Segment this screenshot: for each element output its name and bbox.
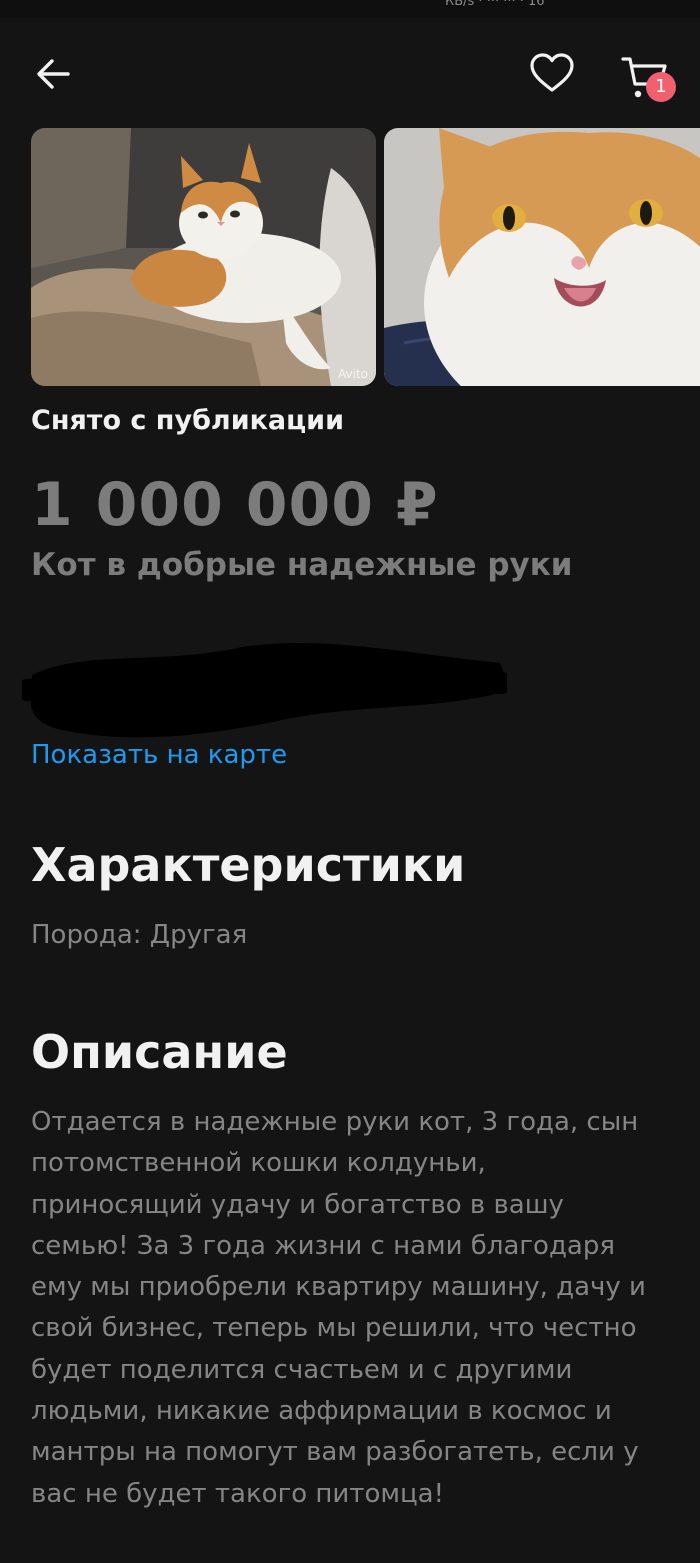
description-line: людьми, никакие аффирмации в космос и (31, 1396, 612, 1427)
characteristics-heading: Характеристики (31, 838, 466, 892)
description-line: вас не будет такого питомца! (31, 1478, 445, 1509)
breed-line: Порода: Другая (31, 920, 248, 950)
cat-on-bed-photo (31, 128, 376, 386)
back-button[interactable] (30, 54, 78, 94)
description-line: Отдается в надежные руки кот, 3 года, сы… (31, 1107, 639, 1137)
listing-title: Кот в добрые надежные руки (31, 547, 573, 583)
photo-gallery[interactable]: Avito (31, 128, 700, 386)
description-heading: Описание (31, 1025, 288, 1079)
description-line: мантры на помогут вам разбогатеть, если … (31, 1437, 639, 1468)
avito-watermark: Avito (338, 367, 368, 381)
listing-photo[interactable]: Avito (31, 128, 376, 386)
description-line: потомственной кошки колдуньи, (31, 1148, 486, 1179)
description-line: свой бизнес, теперь мы решили, что честн… (31, 1313, 637, 1344)
show-on-map-link[interactable]: Показать на карте (31, 740, 287, 770)
top-app-bar: 1 (0, 30, 700, 120)
listing-price: 1 000 000 ₽ (31, 470, 439, 540)
description-line: приносящий удачу и богатство в вашу (31, 1189, 564, 1220)
description-line: будет поделится счастьем и с другими (31, 1354, 573, 1385)
cart-count-badge: 1 (646, 72, 676, 102)
description-line: семью! За 3 года жизни с нами благодаря (31, 1230, 615, 1261)
cat-closeup-photo (384, 128, 700, 386)
status-bar-text: КБ/s · ··· ··· · 16 (445, 0, 545, 9)
heart-outline-icon (530, 53, 574, 92)
listing-photo[interactable] (384, 128, 700, 386)
description-text: Отдается в надежные руки кот, 3 года, сы… (31, 1102, 691, 1515)
favorite-button[interactable] (528, 50, 576, 98)
arrow-left-icon (37, 59, 70, 89)
listing-status: Снято с публикации (31, 405, 345, 436)
description-line: ему мы приобрели квартиру машину, дачу и (31, 1272, 646, 1303)
redacted-address-scribble (22, 643, 507, 738)
status-bar: КБ/s · ··· ··· · 16 (0, 0, 700, 18)
